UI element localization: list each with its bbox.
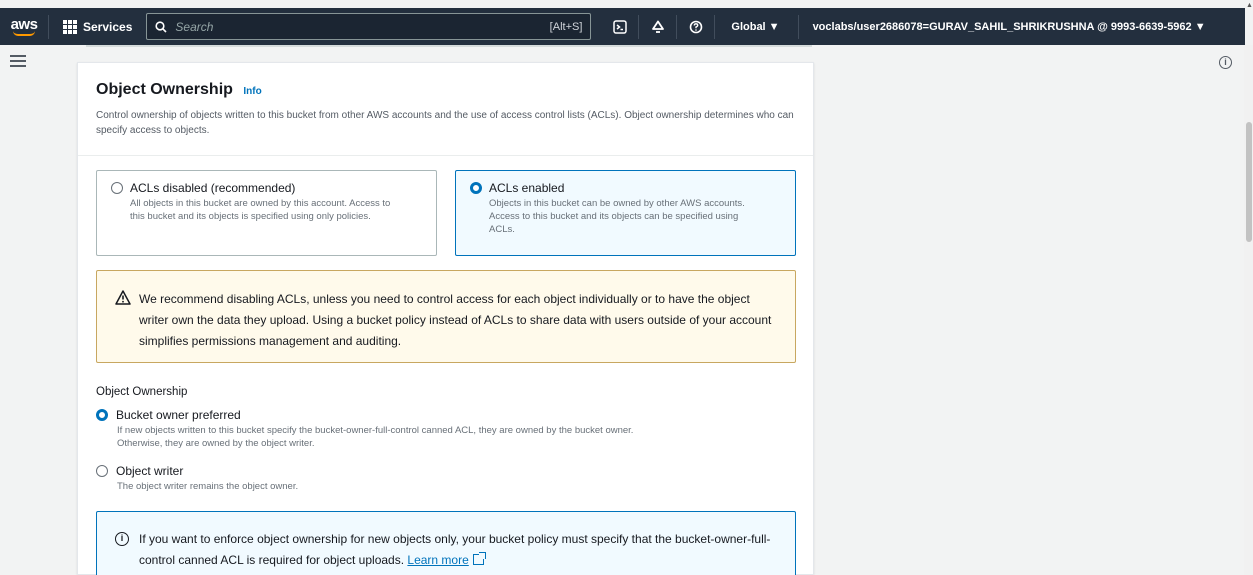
- option-description: If new objects written to this bucket sp…: [117, 425, 634, 449]
- cloudshell-button[interactable]: [601, 8, 638, 45]
- search-input[interactable]: Search [Alt+S]: [146, 13, 592, 40]
- tile-title: ACLs enabled: [489, 181, 565, 195]
- section-description: Control ownership of objects written to …: [96, 110, 794, 136]
- option-title: Object writer: [116, 464, 184, 478]
- notifications-button[interactable]: [639, 8, 676, 45]
- search-placeholder: Search: [175, 19, 214, 34]
- tile-acls-disabled[interactable]: ACLs disabled (recommended) All objects …: [96, 170, 437, 256]
- section-title: Object Ownership: [96, 81, 233, 98]
- section-header: Object Ownership Info: [96, 81, 262, 99]
- previous-section-edge: [86, 45, 812, 47]
- top-navigation-bar: aws Services Search [Alt+S] Global ▼ voc…: [0, 8, 1245, 45]
- aws-smile-icon: [13, 31, 35, 36]
- services-label: Services: [83, 19, 133, 34]
- hamburger-menu-icon[interactable]: [10, 55, 26, 67]
- tile-title: ACLs disabled (recommended): [130, 181, 296, 195]
- external-link-icon[interactable]: [472, 552, 486, 565]
- option-title: Bucket owner preferred: [116, 408, 241, 422]
- radio-bucket-owner-preferred[interactable]: [96, 409, 108, 421]
- info-panel-icon[interactable]: i: [1219, 56, 1232, 69]
- warning-text: We recommend disabling ACLs, unless you …: [139, 292, 772, 348]
- tile-description: Objects in this bucket can be owned by o…: [489, 198, 745, 235]
- tile-description: All objects in this bucket are owned by …: [130, 198, 391, 222]
- object-ownership-label: Object Ownership: [96, 386, 188, 398]
- option-bucket-owner-preferred[interactable]: Bucket owner preferred If new objects wr…: [96, 408, 637, 450]
- scroll-up-arrow-icon[interactable]: ▲: [1246, 2, 1253, 9]
- acl-warning-alert: We recommend disabling ACLs, unless you …: [96, 270, 796, 363]
- ownership-info-alert: i If you want to enforce object ownershi…: [96, 511, 796, 575]
- info-icon: i: [115, 532, 129, 546]
- option-description: The object writer remains the object own…: [117, 481, 299, 492]
- services-grid-icon: [63, 19, 77, 34]
- tile-acls-enabled[interactable]: ACLs enabled Objects in this bucket can …: [455, 170, 796, 256]
- aws-logo-text: aws: [10, 15, 38, 33]
- header-divider: [78, 155, 813, 156]
- cloudshell-icon: [613, 19, 627, 34]
- notifications-icon: [651, 20, 664, 33]
- region-selector[interactable]: Global ▼: [715, 21, 797, 33]
- option-object-writer[interactable]: Object writer The object writer remains …: [96, 464, 637, 493]
- account-menu[interactable]: voclabs/user2686078=GURAV_SAHIL_SHRIKRUS…: [799, 21, 1206, 33]
- aws-logo[interactable]: aws: [0, 8, 48, 45]
- radio-object-writer[interactable]: [96, 465, 108, 477]
- radio-acls-disabled[interactable]: [111, 182, 123, 194]
- warning-icon: [115, 290, 131, 305]
- search-shortcut-hint: [Alt+S]: [549, 20, 583, 33]
- learn-more-link[interactable]: Learn more: [407, 553, 468, 567]
- help-button[interactable]: [677, 8, 714, 45]
- object-ownership-panel: Object Ownership Info Control ownership …: [77, 62, 814, 575]
- scrollbar-thumb[interactable]: [1246, 122, 1252, 242]
- radio-acls-enabled[interactable]: [470, 182, 482, 194]
- search-icon: [155, 20, 167, 33]
- help-icon: [689, 20, 703, 33]
- services-menu-button[interactable]: Services: [49, 19, 146, 34]
- info-link[interactable]: Info: [243, 86, 261, 97]
